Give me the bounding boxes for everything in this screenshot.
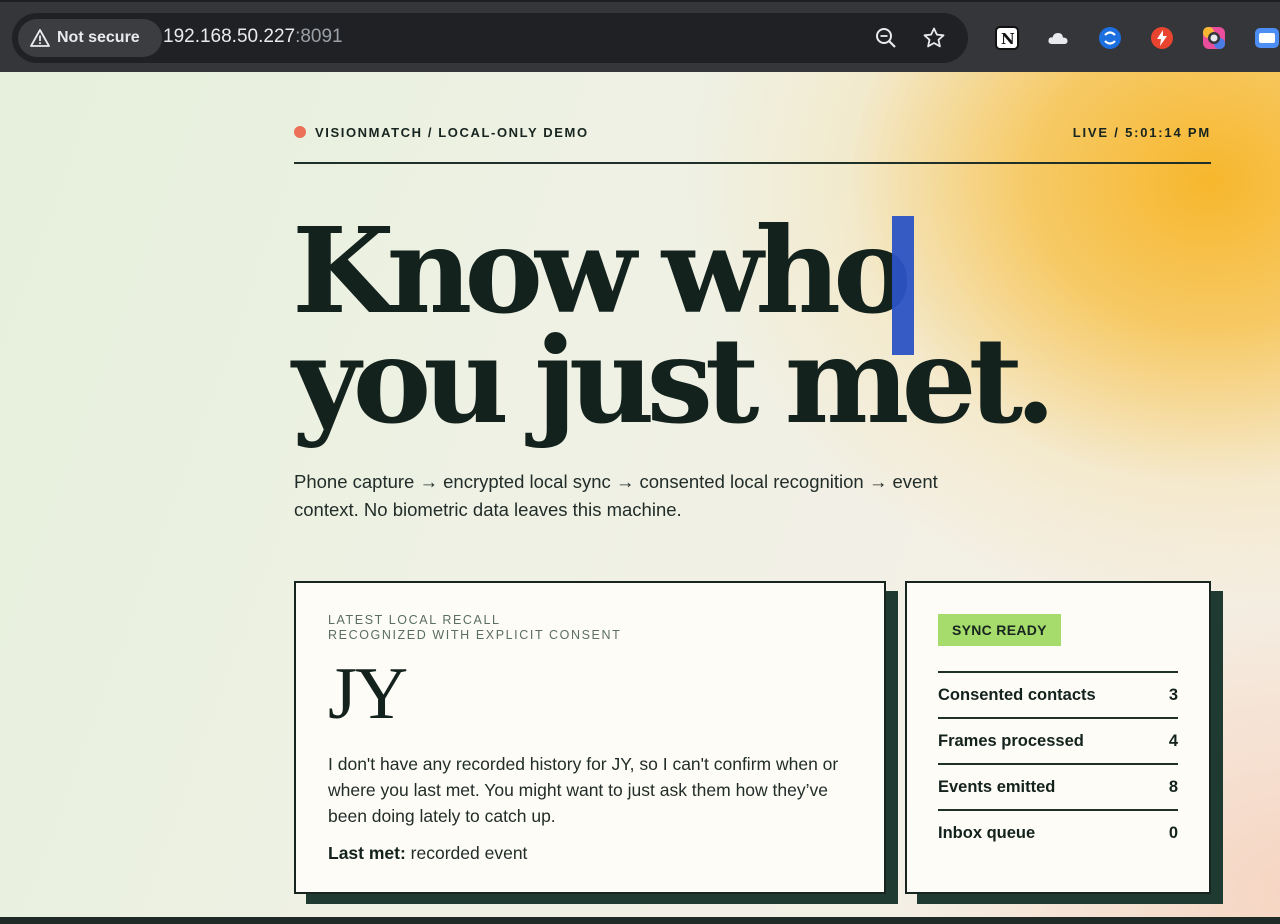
hero-headline: Know who you just met. [292, 201, 1056, 450]
browser-toolbar: Not secure 192.168.50.227:8091 N [0, 0, 1280, 72]
url-host: 192.168.50.227 [163, 26, 296, 47]
star-icon[interactable] [922, 26, 946, 50]
stat-row: Frames processed 4 [938, 717, 1178, 763]
address-bar[interactable]: Not secure 192.168.50.227:8091 [12, 13, 968, 63]
sync-extension-icon[interactable] [1098, 26, 1122, 50]
hero-line-1: Know who [292, 201, 912, 340]
security-label: Not secure [57, 29, 140, 46]
screen-extension-icon[interactable] [1254, 26, 1280, 50]
hero-line-2: you just met. [292, 311, 1056, 450]
header-divider [294, 162, 1211, 164]
status-dot [294, 126, 306, 138]
cloud-icon[interactable] [1046, 26, 1070, 50]
hero-subtitle: Phone capture → encrypted local sync → c… [294, 471, 938, 520]
zoom-icon[interactable] [874, 26, 898, 50]
url-text[interactable]: 192.168.50.227:8091 [163, 26, 343, 48]
last-met-label: Last met: [328, 843, 406, 863]
brand: VISIONMATCH / LOCAL-ONLY DEMO [294, 125, 589, 140]
recall-card: LATEST LOCAL RECALL RECOGNIZED WITH EXPL… [294, 581, 886, 894]
url-port: :8091 [295, 26, 343, 47]
top-bar: VISIONMATCH / LOCAL-ONLY DEMO LIVE / 5:0… [294, 121, 1211, 143]
stat-label: Consented contacts [938, 685, 1096, 704]
stat-label: Frames processed [938, 731, 1084, 750]
warning-icon [30, 29, 50, 47]
stat-value: 3 [1168, 685, 1178, 704]
brand-label: VISIONMATCH / LOCAL-ONLY DEMO [315, 124, 589, 140]
security-chip[interactable]: Not secure [18, 19, 162, 57]
stat-label: Inbox queue [938, 823, 1036, 842]
stats-list: Consented contacts 3 Frames processed 4 Ev… [938, 671, 1178, 855]
bottom-edge [0, 917, 1280, 924]
color-picker-icon[interactable] [1202, 26, 1226, 50]
recall-eyebrow: LATEST LOCAL RECALL [328, 613, 501, 627]
contact-initials: JY [328, 653, 408, 735]
stat-row: Consented contacts 3 [938, 671, 1178, 717]
stat-value: 8 [1168, 777, 1178, 796]
stat-label: Events emitted [938, 777, 1056, 796]
notion-icon[interactable]: N [995, 26, 1019, 50]
stat-row: Events emitted 8 [938, 763, 1178, 809]
status-badge: SYNC READY [938, 614, 1061, 646]
svg-text:N: N [1001, 30, 1015, 48]
stat-row: Inbox queue 0 [938, 809, 1178, 855]
consent-eyebrow: RECOGNIZED WITH EXPLICIT CONSENT [328, 628, 622, 642]
last-met: Last met: recorded event [328, 843, 852, 864]
stat-value: 0 [1168, 823, 1178, 842]
page-canvas: VISIONMATCH / LOCAL-ONLY DEMO LIVE / 5:0… [0, 72, 1280, 917]
stats-card: SYNC READY Consented contacts 3 Frames pr… [905, 581, 1211, 894]
stat-value: 4 [1168, 731, 1178, 750]
live-clock: LIVE / 5:01:14 PM [1072, 124, 1211, 140]
bolt-extension-icon[interactable] [1150, 26, 1174, 50]
last-met-value: recorded event [410, 843, 528, 863]
recall-message: I don't have any recorded history for JY… [328, 754, 839, 826]
text-cursor [892, 216, 914, 355]
